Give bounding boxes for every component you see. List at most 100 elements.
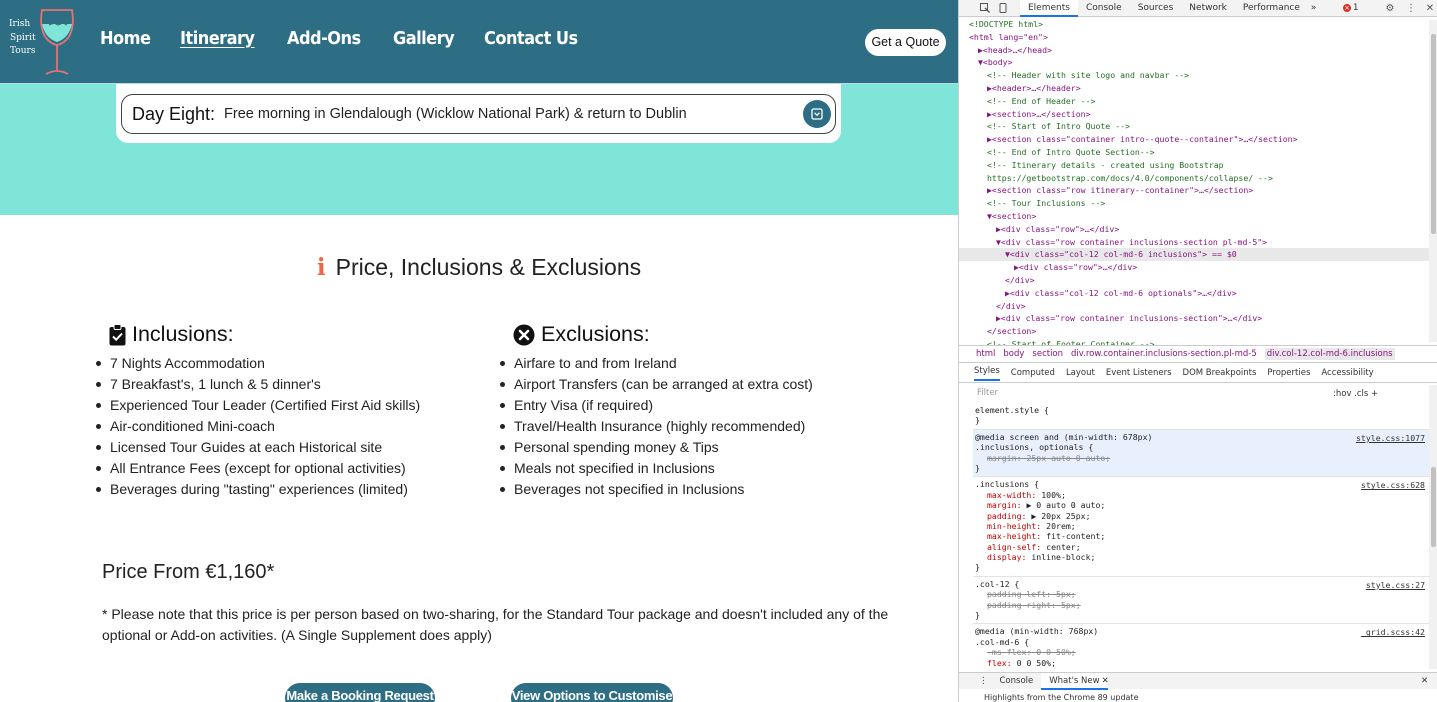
css-rule[interactable]: @media screen and (min-width: 678px) .inc… [973, 429, 1429, 478]
site-header: Irish Spirit Tours Home Itinerary Add-On… [0, 0, 958, 84]
more-tabs-icon[interactable]: » [1308, 0, 1320, 17]
tab-console[interactable]: Console [1078, 0, 1130, 17]
dom-node[interactable]: <!-- Start of Intro Quote --> [959, 120, 1429, 133]
dom-node[interactable]: <!-- Itinerary details - created using B… [959, 159, 1429, 172]
expand-toggle-button[interactable] [803, 100, 831, 128]
list-item: All Entrance Fees (except for optional a… [95, 458, 420, 479]
tab-styles[interactable]: Styles [974, 366, 1000, 381]
css-rule[interactable]: element.style {} [973, 403, 1429, 430]
tab-network[interactable]: Network [1181, 0, 1235, 17]
css-rule[interactable]: @media (min-width: 768px) .col-md-6 {-ms-… [973, 624, 1429, 671]
nav-itinerary[interactable]: Itinerary [180, 28, 255, 49]
tab-computed[interactable]: Computed [1011, 368, 1055, 378]
tab-performance[interactable]: Performance [1235, 0, 1308, 17]
tab-event-listeners[interactable]: Event Listeners [1106, 368, 1172, 378]
css-source-link[interactable]: style.css:1077 [1356, 433, 1425, 443]
dom-node[interactable]: <!-- Header with site logo and navbar --… [959, 69, 1429, 82]
nav-add-ons[interactable]: Add-Ons [287, 28, 361, 49]
styles-filter-input[interactable]: Filter [973, 385, 1329, 401]
breadcrumb-item[interactable]: div.row.container.inclusions-section.pl-… [1071, 349, 1257, 359]
device-toolbar-icon[interactable] [997, 2, 1009, 14]
close-icon[interactable]: ✕ [1424, 2, 1436, 14]
css-source-link[interactable]: _grid.scss:42 [1361, 627, 1425, 637]
dom-node[interactable]: ▼<div class="row container inclusions-se… [959, 236, 1429, 249]
logo[interactable]: Irish Spirit Tours [9, 18, 36, 59]
drawer-tab-console[interactable]: Console [992, 673, 1042, 690]
dom-node-text: ▶<div class="row container inclusions-se… [996, 313, 1263, 324]
css-rule-line: margin: ▶ 0 auto 0 auto; [975, 500, 1429, 510]
dom-node-selected[interactable]: ▼<div class="col-12 col-md-6 inclusions"… [959, 248, 1429, 262]
kebab-menu-icon[interactable]: ⋮ [1405, 2, 1417, 14]
css-value: 20rem; [1041, 520, 1076, 531]
dom-node[interactable]: </section> [959, 325, 1429, 338]
breadcrumb-item[interactable]: section [1032, 349, 1063, 359]
dom-node-text: ▶<div class="col-12 col-md-6 optionals">… [1005, 287, 1237, 298]
close-icon[interactable]: ✕ [1102, 673, 1109, 690]
dom-node[interactable]: <!-- Start of Footer Container --> [959, 338, 1429, 345]
tab-dom-breakpoints[interactable]: DOM Breakpoints [1183, 368, 1257, 378]
nav-home[interactable]: Home [100, 28, 151, 49]
css-rule-line: max-width: 100%; [975, 490, 1429, 500]
dom-node-text: ▶<header>…</header> [987, 82, 1081, 93]
dom-node-text: <!-- Header with site logo and navbar --… [987, 70, 1190, 81]
dom-node[interactable]: https://getbootstrap.com/docs/4.0/compon… [959, 172, 1429, 185]
css-value: fit-content; [1041, 531, 1106, 542]
error-badge[interactable]: × 1 [1343, 3, 1358, 13]
dom-node[interactable]: <!-- End of Intro Quote Section--> [959, 146, 1429, 159]
dom-node[interactable]: ▼<section> [959, 210, 1429, 223]
dom-node[interactable]: <!-- End of Header --> [959, 95, 1429, 108]
css-source-link[interactable]: style.css:27 [1366, 580, 1425, 590]
dom-node[interactable]: ▶<div class="row">…</div> [959, 223, 1429, 236]
gear-icon[interactable]: ⚙ [1384, 2, 1396, 14]
tab-accessibility[interactable]: Accessibility [1321, 368, 1373, 378]
dom-node[interactable]: ▶<div class="row container inclusions-se… [959, 312, 1429, 325]
css-value: 100%; [1036, 489, 1066, 500]
css-rule[interactable]: .col-12 {padding-left: 5px; padding-right… [973, 577, 1429, 625]
css-rule-line: -ms-flex: 0 0 50%; [975, 647, 1429, 657]
get-a-quote-button[interactable]: Get a Quote [865, 29, 946, 56]
dom-node[interactable]: </div> [959, 300, 1429, 313]
chevron-down-square-icon [811, 108, 823, 120]
tab-elements[interactable]: Elements [1020, 0, 1078, 17]
breadcrumb-item[interactable]: body [1003, 349, 1024, 359]
css-source-link[interactable]: style.css:628 [1361, 480, 1425, 490]
view-options-button[interactable]: View Options to Customise [511, 683, 673, 702]
dom-node[interactable]: ▼<body> [959, 56, 1429, 69]
day-eight-row[interactable]: Day Eight: Free morning in Glendalough (… [121, 94, 836, 134]
dom-node[interactable]: ▶<section>…</section> [959, 108, 1429, 121]
dom-node-text: ▼<section> [987, 210, 1037, 221]
tab-layout[interactable]: Layout [1066, 368, 1095, 378]
dom-scrollbar[interactable] [1429, 20, 1437, 342]
tab-properties[interactable]: Properties [1267, 368, 1310, 378]
styles-scrollbar[interactable] [1429, 385, 1437, 669]
styles-pane[interactable]: element.style {} @media screen and (min-w… [973, 403, 1429, 671]
css-rule[interactable]: .inclusions {max-width: 100%; margin: ▶ 0… [973, 477, 1429, 577]
dom-node[interactable]: ▶<div class="col-12 col-md-6 optionals">… [959, 287, 1429, 300]
drawer-menu-icon[interactable]: ⋮ [959, 673, 992, 690]
breadcrumb-item[interactable]: html [976, 349, 995, 359]
dom-node[interactable]: ▶<head>…</head> [959, 44, 1429, 57]
styles-filter-tools[interactable]: :hov .cls + [1333, 389, 1378, 399]
make-booking-request-button[interactable]: Make a Booking Request [285, 683, 435, 702]
scroll-thumb[interactable] [1431, 467, 1436, 547]
tab-sources[interactable]: Sources [1130, 0, 1182, 17]
nav-gallery[interactable]: Gallery [393, 28, 455, 49]
dom-node[interactable]: ▶<header>…</header> [959, 82, 1429, 95]
css-property: flex: [987, 657, 1012, 668]
drawer-tab-whats-new[interactable]: What's New [1041, 672, 1108, 690]
inspect-element-icon[interactable] [979, 2, 991, 14]
nav-contact-us[interactable]: Contact Us [484, 28, 578, 49]
dom-node[interactable]: </div> [959, 274, 1429, 287]
dom-node[interactable]: ▶<div class="row">…</div> [959, 261, 1429, 274]
breadcrumb-item-current[interactable]: div.col-12.col-md-6.inclusions [1264, 348, 1395, 360]
dom-node[interactable]: ▶<section class="row itinerary--containe… [959, 184, 1429, 197]
close-icon[interactable]: ✕ [1421, 673, 1428, 690]
css-rule-line: element.style { [975, 405, 1049, 415]
dom-node[interactable]: <!DOCTYPE html> [959, 18, 1429, 31]
dom-node[interactable]: <html lang="en"> [959, 31, 1429, 44]
dom-node[interactable]: <!-- Tour Inclusions --> [959, 197, 1429, 210]
scroll-thumb[interactable] [1431, 34, 1436, 234]
css-property: padding-left: [987, 589, 1052, 600]
dom-tree[interactable]: <!DOCTYPE html> <html lang="en"> ▶<head>…<… [959, 18, 1429, 345]
dom-node[interactable]: ▶<section class="container intro--quote-… [959, 133, 1429, 146]
